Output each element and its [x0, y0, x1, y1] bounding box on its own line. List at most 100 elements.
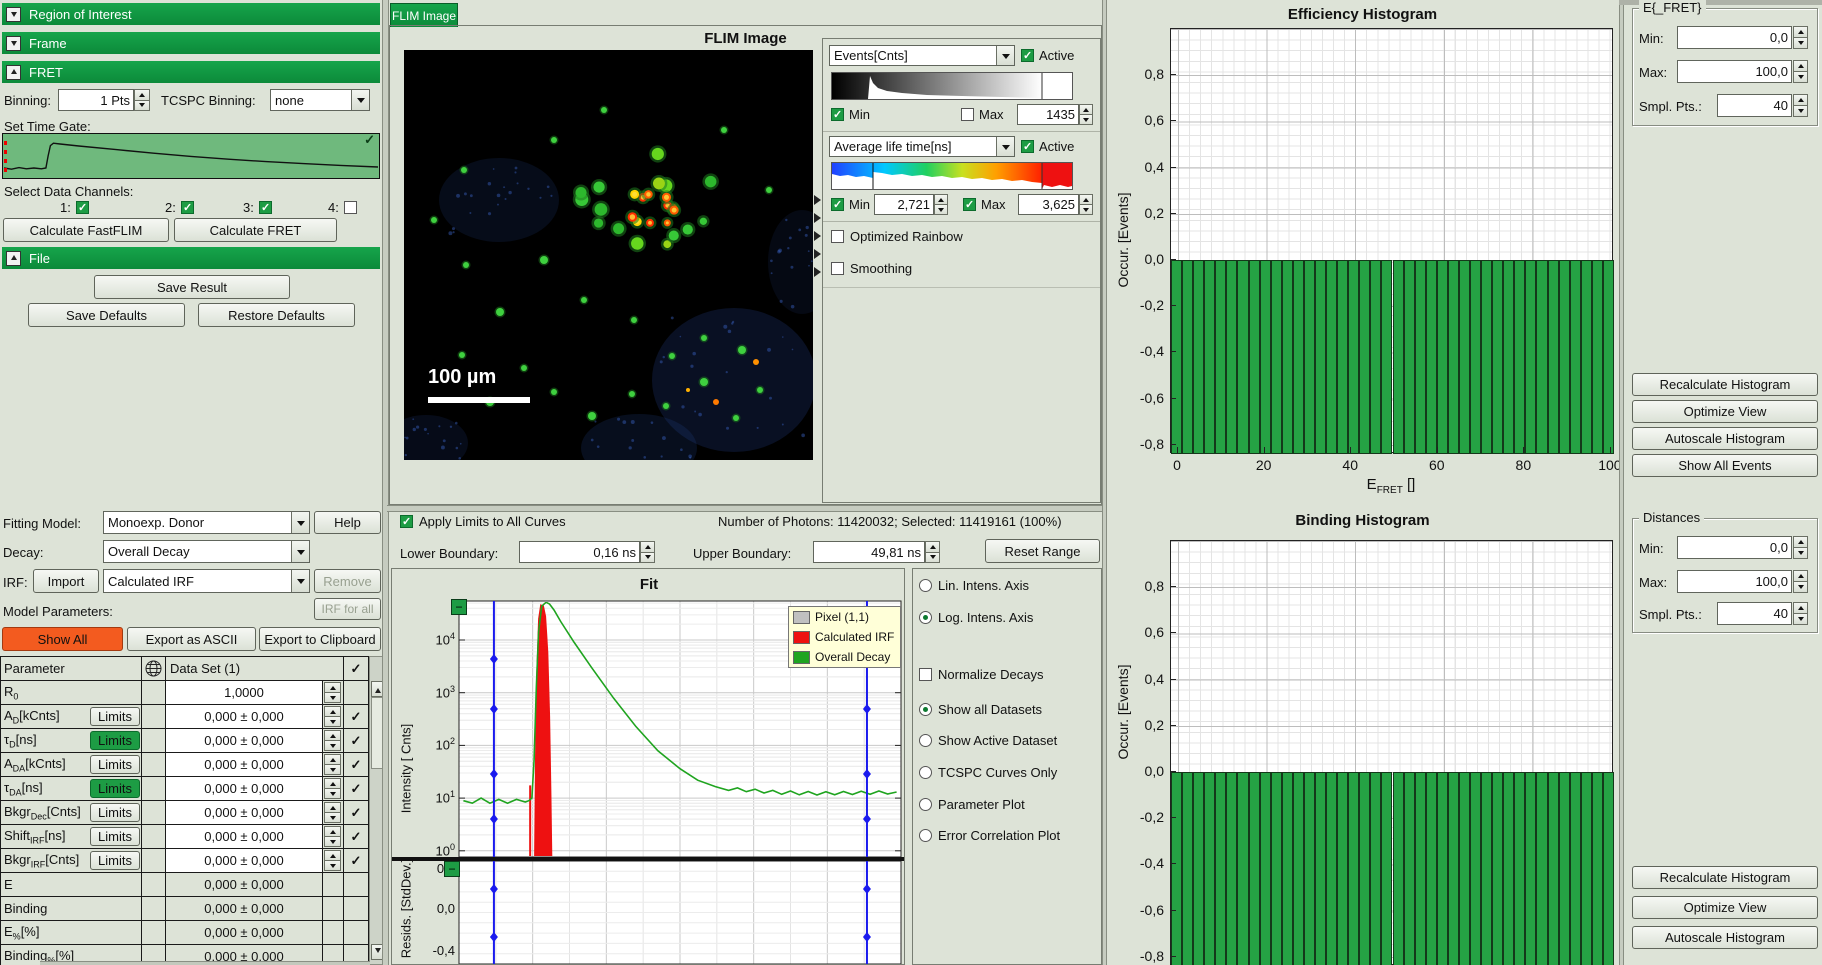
histogram-splitter[interactable]	[1102, 0, 1107, 965]
option-radio[interactable]	[919, 734, 932, 747]
chevron-down-icon[interactable]	[996, 46, 1014, 65]
save-result-button[interactable]: Save Result	[94, 275, 290, 299]
calculate-fret-button[interactable]: Calculate FRET	[174, 218, 337, 242]
rainbow-gradient-bar[interactable]	[831, 162, 1073, 190]
irf-for-all-button[interactable]: IRF for all	[314, 598, 381, 620]
option-radio[interactable]	[919, 829, 932, 842]
intensity-max-input[interactable]: 1435	[1017, 104, 1079, 125]
tab-flim-image[interactable]: FLIM Image	[390, 3, 458, 27]
efret-min-spinner[interactable]	[1793, 26, 1808, 49]
channel-checkbox[interactable]	[76, 201, 89, 214]
param-value[interactable]: 0,000 ± 0,000	[166, 705, 323, 729]
section-header-frame[interactable]: Frame	[2, 32, 380, 54]
show-all-button[interactable]: Show All	[2, 627, 123, 651]
param-spinner[interactable]	[324, 682, 341, 703]
intensity-max-spinner[interactable]	[1079, 104, 1093, 125]
distances-smpl-input[interactable]: 40	[1717, 602, 1792, 625]
lifetime-max-checkbox[interactable]	[963, 198, 976, 211]
param-fit-checkbox[interactable]: ✓	[344, 801, 369, 825]
distances-smpl-spinner[interactable]	[1793, 602, 1808, 625]
section-header-fret[interactable]: FRET	[2, 61, 380, 83]
param-value[interactable]: 0,000 ± 0,000	[166, 849, 323, 873]
param-value[interactable]: 1,0000	[166, 681, 323, 705]
plot-handle[interactable]: −	[451, 599, 467, 615]
help-button[interactable]: Help	[314, 511, 381, 534]
expand-icon[interactable]	[6, 251, 21, 266]
right-panel-button[interactable]: Optimize View	[1632, 400, 1818, 423]
table-header-dataset[interactable]: Data Set (1)	[166, 657, 344, 681]
lifetime-max-spinner[interactable]	[1079, 194, 1093, 215]
right-panel-button[interactable]: Autoscale Histogram	[1632, 926, 1818, 949]
limits-button[interactable]: Limits	[90, 731, 140, 750]
smoothing-checkbox[interactable]	[831, 262, 844, 275]
flim-image[interactable]: 100 µm	[404, 50, 813, 460]
param-fit-checkbox[interactable]: ✓	[344, 849, 369, 873]
section-header-region-of-interest[interactable]: Region of Interest	[2, 3, 380, 25]
upper-boundary-input[interactable]: 49,81 ns	[813, 541, 925, 563]
distances-max-spinner[interactable]	[1793, 570, 1808, 593]
param-fit-checkbox[interactable]: ✓	[344, 825, 369, 849]
upper-boundary-spinner[interactable]	[925, 541, 940, 563]
save-defaults-button[interactable]: Save Defaults	[28, 303, 185, 327]
param-value[interactable]: 0,000 ± 0,000	[166, 753, 323, 777]
export-clipboard-button[interactable]: Export to Clipboard	[259, 627, 381, 651]
limits-button[interactable]: Limits	[90, 851, 140, 870]
param-spinner[interactable]	[324, 850, 341, 871]
limits-button[interactable]: Limits	[90, 707, 140, 726]
param-value[interactable]: 0,000 ± 0,000	[166, 825, 323, 849]
channel-checkbox[interactable]	[181, 201, 194, 214]
param-fit-checkbox[interactable]: ✓	[344, 729, 369, 753]
time-gate-plot[interactable]: ✓	[2, 133, 380, 179]
optimized-rainbow-checkbox[interactable]	[831, 230, 844, 243]
intensity-source-dropdown[interactable]: Events[Cnts]	[829, 45, 1015, 66]
limits-button[interactable]: Limits	[90, 803, 140, 822]
table-header-check[interactable]: ✓	[344, 657, 369, 681]
irf-import-button[interactable]: Import	[33, 569, 99, 593]
chevron-down-icon[interactable]	[291, 570, 309, 592]
resid-handle[interactable]: −	[444, 861, 460, 877]
option-checkbox[interactable]	[919, 668, 932, 681]
lifetime-max-input[interactable]: 3,625	[1018, 194, 1079, 215]
option-radio[interactable]	[919, 703, 932, 716]
table-hscrollbar[interactable]	[40, 961, 370, 965]
limits-button[interactable]: Limits	[90, 755, 140, 774]
intensity-min-checkbox[interactable]	[831, 108, 844, 121]
param-spinner[interactable]	[324, 754, 341, 775]
section-header-file[interactable]: File	[2, 247, 380, 269]
binding-histogram-plot[interactable]	[1170, 540, 1613, 965]
chevron-down-icon[interactable]	[291, 541, 309, 562]
efret-min-input[interactable]: 0,0	[1677, 26, 1792, 49]
param-fit-checkbox[interactable]: ✓	[344, 777, 369, 801]
right-panel-button[interactable]: Recalculate Histogram	[1632, 866, 1818, 889]
irf-remove-button[interactable]: Remove	[314, 569, 381, 593]
efret-smpl-spinner[interactable]	[1793, 94, 1808, 117]
option-radio[interactable]	[919, 579, 932, 592]
right-panel-button[interactable]: Show All Events	[1632, 454, 1818, 477]
binning-spinner[interactable]	[134, 89, 150, 111]
globe-icon[interactable]	[142, 657, 166, 681]
param-spinner[interactable]	[324, 706, 341, 727]
right-panel-button[interactable]: Recalculate Histogram	[1632, 373, 1818, 396]
right-splitter[interactable]	[1619, 0, 1624, 965]
distances-min-input[interactable]: 0,0	[1677, 536, 1792, 559]
collapse-icon[interactable]	[6, 36, 21, 51]
right-panel-button[interactable]: Autoscale Histogram	[1632, 427, 1818, 450]
param-spinner[interactable]	[324, 778, 341, 799]
restore-defaults-button[interactable]: Restore Defaults	[198, 303, 355, 327]
reset-range-button[interactable]: Reset Range	[985, 539, 1100, 563]
chevron-down-icon[interactable]	[996, 137, 1014, 156]
param-spinner[interactable]	[324, 730, 341, 751]
chevron-down-icon[interactable]	[351, 90, 369, 110]
lifetime-active-checkbox[interactable]	[1021, 140, 1034, 153]
apply-limits-checkbox[interactable]	[400, 515, 413, 528]
option-radio[interactable]	[919, 798, 932, 811]
tcspc-binning-dropdown[interactable]: none	[270, 89, 370, 111]
param-spinner[interactable]	[324, 826, 341, 847]
param-fit-checkbox[interactable]: ✓	[344, 705, 369, 729]
efficiency-histogram-plot[interactable]	[1170, 28, 1613, 453]
distances-min-spinner[interactable]	[1793, 536, 1808, 559]
option-radio[interactable]	[919, 611, 932, 624]
decay-dropdown[interactable]: Overall Decay	[103, 540, 310, 563]
intensity-max-checkbox[interactable]	[961, 108, 974, 121]
efret-smpl-input[interactable]: 40	[1717, 94, 1792, 117]
